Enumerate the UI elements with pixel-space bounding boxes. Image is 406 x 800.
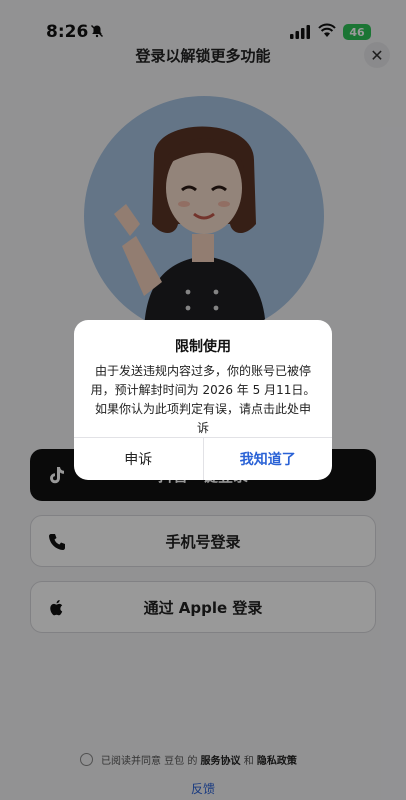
acknowledge-button[interactable]: 我知道了: [204, 438, 333, 480]
restriction-dialog: 限制使用 由于发送违规内容过多，你的账号已被停用，预计解封时间为 2026 年 …: [74, 320, 332, 480]
dialog-actions: 申诉 我知道了: [74, 437, 332, 480]
appeal-button[interactable]: 申诉: [74, 438, 204, 480]
dialog-title: 限制使用: [175, 339, 231, 355]
dialog-message: 由于发送违规内容过多，你的账号已被停用，预计解封时间为 2026 年 5 月11…: [90, 364, 316, 435]
